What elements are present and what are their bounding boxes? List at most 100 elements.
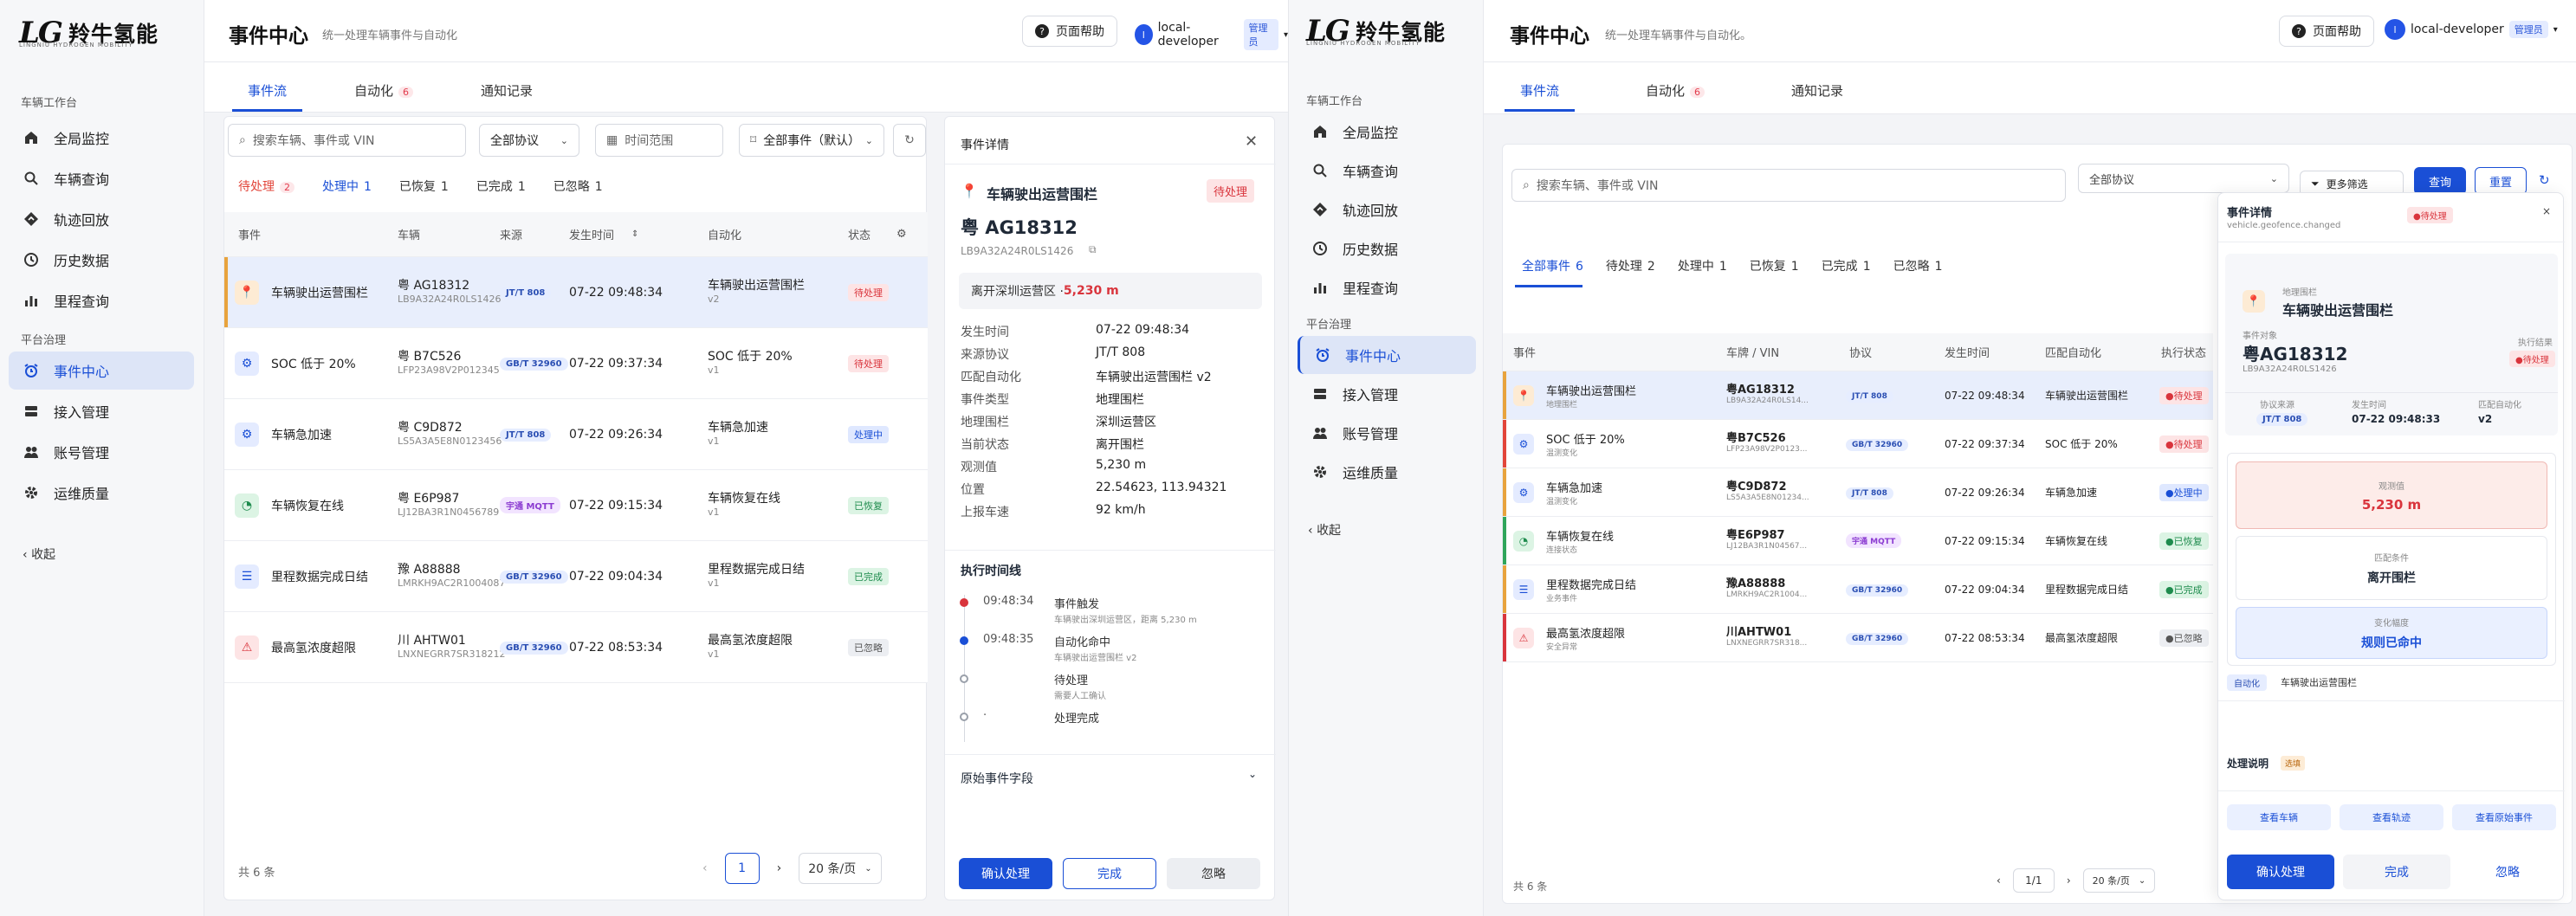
search-input[interactable]: ⌕ 搜索车辆、事件或 VIN [228, 124, 466, 157]
auto-name[interactable]: 车辆驶出运营围栏 [2281, 675, 2357, 689]
page-size-select[interactable]: 20 条/页 ⌄ [2082, 868, 2156, 893]
sidebar-item-ops[interactable]: 运维质量 [9, 474, 194, 512]
stat-ignored[interactable]: 已忽略 1 [553, 177, 603, 195]
refresh-icon: ↻ [904, 133, 915, 147]
stat-1[interactable]: 待处理 2 [1606, 257, 1655, 274]
sidebar-item-vehicle-query[interactable]: 车辆查询 [9, 159, 194, 197]
sidebar-item-monitor[interactable]: 全局监控 [1298, 113, 1476, 151]
stat-3[interactable]: 已恢复 1 [1750, 257, 1799, 274]
sidebar-item-track-replay[interactable]: 轨迹回放 [1298, 190, 1476, 229]
sidebar-item-vehicle-query[interactable]: 车辆查询 [1298, 152, 1476, 190]
exec-status-badge: ●待处理 [2509, 351, 2555, 367]
sidebar-item-track-replay[interactable]: 轨迹回放 [9, 200, 194, 238]
tab-automation[interactable]: 自动化 6 [354, 69, 414, 112]
confirm-button[interactable]: 确认处理 [959, 858, 1052, 889]
sidebar-item-access[interactable]: 接入管理 [9, 392, 194, 430]
refresh-button[interactable]: ↻ [893, 124, 926, 157]
search-icon [1311, 162, 1329, 179]
table-row[interactable]: ☰ 里程数据完成日结 豫 A88888 LMRKH9AC2R1004087 GB/T… [224, 541, 928, 612]
page-size-select[interactable]: 20 条/页 ⌄ [799, 853, 882, 884]
sidebar-item-history[interactable]: 历史数据 [9, 241, 194, 279]
sidebar-item-event-center[interactable]: 事件中心 [9, 352, 194, 390]
protocol-select[interactable]: 全部协议 ⌄ [479, 124, 579, 157]
next-page-icon[interactable]: › [777, 861, 782, 875]
help-button[interactable]: ? 页面帮助 [2279, 16, 2374, 47]
help-button[interactable]: ? 页面帮助 [1022, 16, 1117, 47]
stat-recovered[interactable]: 已恢复 1 [399, 177, 449, 195]
tab-automation[interactable]: 自动化 6 [1646, 69, 1705, 112]
close-icon[interactable]: × [2542, 205, 2551, 217]
table-row[interactable]: ⚙ SOC 低于 20% 粤 B7C526 LFP23A98V2P012345 GB… [224, 328, 928, 399]
page-number[interactable]: 1/1 [2012, 868, 2055, 893]
tab-event-stream[interactable]: 事件流 [231, 69, 303, 112]
tab-event-stream[interactable]: 事件流 [1504, 69, 1576, 112]
sidebar-item-ops[interactable]: 运维质量 [1298, 453, 1476, 491]
stat-5[interactable]: 已忽略 1 [1893, 257, 1943, 274]
user-menu[interactable]: l local-developer 管理员 ▾ [2385, 19, 2558, 40]
table-row[interactable]: ☰ 里程数据完成日结 业务事件 豫A88888 LMRKH9AC2R1004... G… [1503, 565, 2213, 614]
table-row[interactable]: ⚠ 最高氢浓度超限 川 AHTW01 LNXNEGRR7SR318212 GB/T … [224, 612, 928, 683]
ignore-button[interactable]: 忽略 [1167, 858, 1260, 889]
reset-button[interactable]: 重置 [2475, 167, 2527, 195]
page-subtitle: 统一处理车辆事件与自动化。 [1605, 29, 1752, 42]
next-page-icon[interactable]: › [2067, 874, 2071, 887]
raw-fields-toggle[interactable]: 原始事件字段 [961, 770, 1033, 787]
refresh-icon[interactable]: ↻ [2539, 172, 2550, 188]
time-range-input[interactable]: ▦ 时间范围 [595, 124, 723, 157]
stat-processing[interactable]: 处理中 1 [322, 177, 372, 195]
status-summary: 全部事件 6 待处理 2 处理中 1 已恢复 1 已完成 1 已忽略 1 [1522, 257, 1943, 274]
sidebar-item-event-center[interactable]: 事件中心 [1298, 336, 1476, 374]
view-raw-button[interactable]: 查看原始事件 [2452, 804, 2556, 830]
view-vehicle-button[interactable]: 查看车辆 [2227, 804, 2331, 830]
timeline-dot [960, 598, 968, 607]
detail-plate: 粤 AG18312 [961, 217, 1078, 238]
sidebar-item-monitor[interactable]: 全局监控 [9, 119, 194, 157]
search-input[interactable]: ⌕ 搜索车辆、事件或 VIN [1511, 169, 2066, 202]
close-icon[interactable]: ✕ [1245, 132, 1258, 151]
stat-2[interactable]: 处理中 1 [1678, 257, 1727, 274]
page-number[interactable]: 1 [724, 853, 760, 884]
sidebar-item-history[interactable]: 历史数据 [1298, 229, 1476, 268]
stat-4[interactable]: 已完成 1 [1822, 257, 1871, 274]
sidebar-item-access[interactable]: 接入管理 [1298, 375, 1476, 413]
sidebar-item-account[interactable]: 账号管理 [9, 433, 194, 471]
total-count: 共 6 条 [238, 867, 275, 880]
collapse-button[interactable]: ‹ 收起 [23, 545, 55, 563]
table-row[interactable]: ⚠ 最高氢浓度超限 安全异常 川AHTW01 LNXNEGRR7SR318... GB… [1503, 614, 2213, 662]
prev-page-icon[interactable]: ‹ [702, 861, 708, 875]
chevron-down-icon[interactable]: ⌄ [1248, 768, 1257, 780]
stat-pending[interactable]: 待处理 2 [238, 177, 294, 195]
chevron-down-icon: ⌄ [560, 134, 568, 146]
users-icon [23, 443, 40, 461]
sidebar-item-mileage[interactable]: 里程查询 [9, 281, 194, 319]
drawer-vin: LB9A32A24R0LS1426 [2243, 364, 2337, 374]
user-menu[interactable]: l local-developer 管理员 ▾ [1135, 19, 1288, 50]
collapse-button[interactable]: ‹ 收起 [1308, 521, 1341, 539]
sort-icon[interactable]: ⇕ [631, 229, 638, 239]
prev-page-icon[interactable]: ‹ [1997, 874, 2001, 887]
table-row[interactable]: ⚙ 车辆急加速 粤 C9D872 LS5A3A5E8N0123456 JT/T 80… [224, 399, 928, 470]
complete-button[interactable]: 完成 [1063, 858, 1156, 889]
table-row[interactable]: ◔ 车辆恢复在线 粤 E6P987 LJ12BA3R1N0456789 宇通 MQT… [224, 470, 928, 541]
protocol-select[interactable]: 全部协议 ⌄ [2078, 164, 2289, 193]
ignore-button[interactable]: 忽略 [2459, 855, 2556, 889]
table-row[interactable]: ◔ 车辆恢复在线 连接状态 粤E6P987 LJ12BA3R1N04567... 宇通… [1503, 517, 2213, 565]
detail-field: 观测值 5,230 m [961, 458, 1147, 474]
sidebar-item-account[interactable]: 账号管理 [1298, 414, 1476, 452]
complete-button[interactable]: 完成 [2343, 855, 2450, 889]
tab-notification[interactable]: 通知记录 [1791, 69, 1843, 112]
table-row[interactable]: ⚙ 车辆急加速 温测变化 粤C9D872 LS5A3A5E8N01234... JT/… [1503, 468, 2213, 517]
tab-notification[interactable]: 通知记录 [481, 69, 533, 112]
view-track-button[interactable]: 查看轨迹 [2340, 804, 2443, 830]
event-filter-select[interactable]: ⌑ 全部事件（默认） ⌄ [739, 124, 884, 157]
stat-0[interactable]: 全部事件 6 [1522, 257, 1583, 274]
table-row[interactable]: 📍 车辆驶出运营围栏 粤 AG18312 LB9A32A24R0LS1426 JT/… [224, 257, 928, 328]
sidebar-item-mileage[interactable]: 里程查询 [1298, 268, 1476, 306]
query-button[interactable]: 查询 [2414, 167, 2466, 195]
settings-icon[interactable]: ⚙ [896, 228, 907, 241]
table-row[interactable]: 📍 车辆驶出运营围栏 地理围栏 粤AG18312 LB9A32A24R0LS14...… [1503, 371, 2213, 420]
stat-done[interactable]: 已完成 1 [476, 177, 526, 195]
confirm-button[interactable]: 确认处理 [2227, 855, 2334, 889]
table-row[interactable]: ⚙ SOC 低于 20% 温测变化 粤B7C526 LFP23A98V2P0123..… [1503, 420, 2213, 468]
copy-icon[interactable]: ⧉ [1089, 243, 1097, 256]
